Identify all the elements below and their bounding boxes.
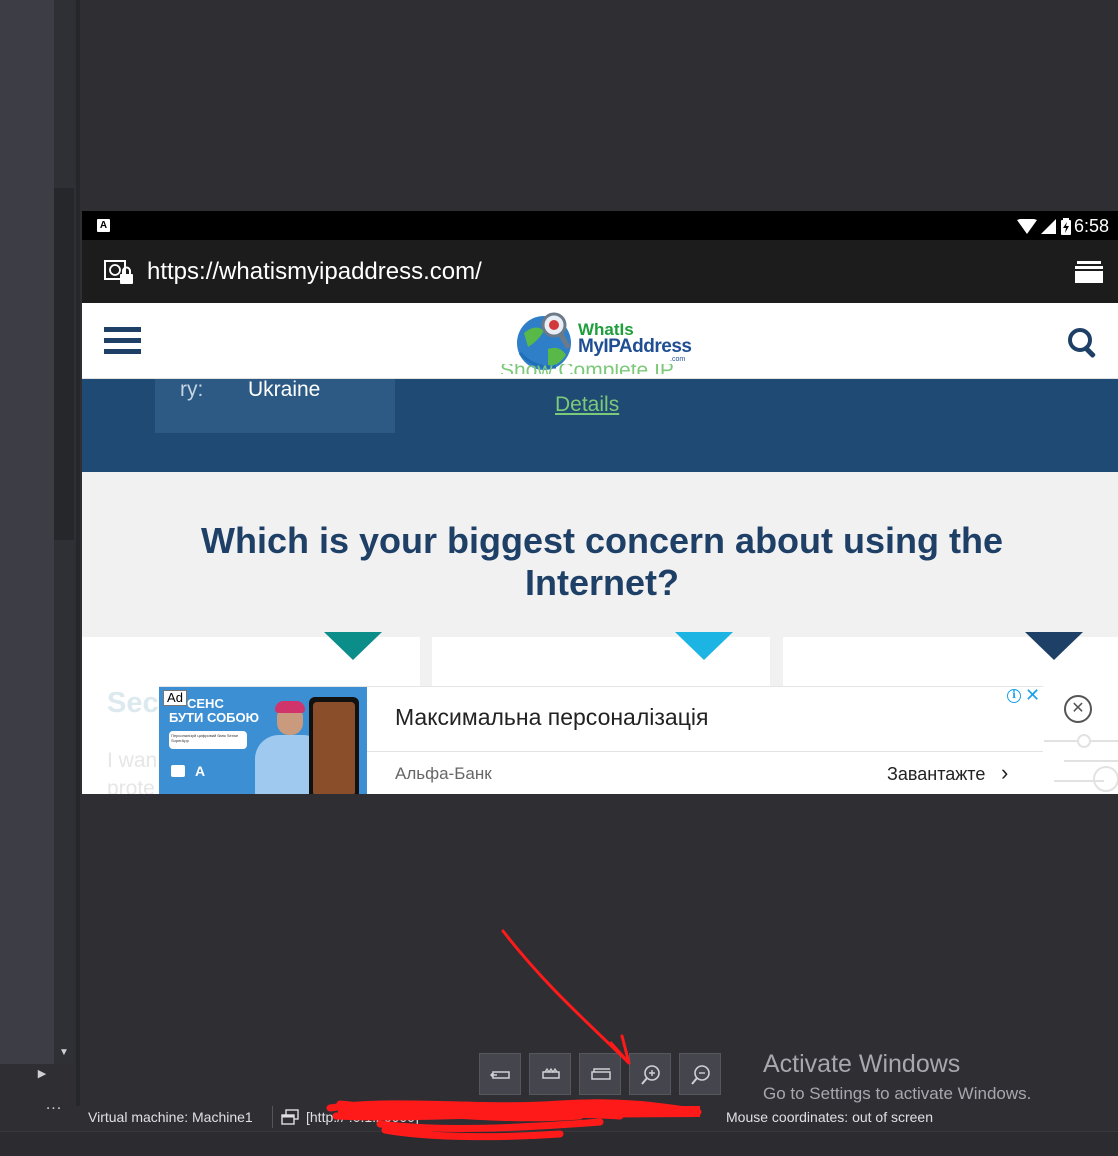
rotate-left-button[interactable]: [479, 1053, 521, 1095]
red-arrow-line: [501, 929, 631, 1065]
panel-divider[interactable]: [76, 0, 80, 1106]
window-icon: [281, 1109, 299, 1125]
virtual-machine-label: Virtual machine: Machine1: [88, 1109, 253, 1125]
ad-phone-screen: [313, 702, 355, 794]
poll-question-heading: Which is your biggest concern about usin…: [200, 520, 1004, 603]
browser-url-bar[interactable]: https://whatismyipaddress.com/: [82, 240, 1118, 303]
ad-person-cap: [275, 701, 305, 713]
ad-image[interactable]: СЕНС БУТИ СОБОЮ Персоналізуй цифровий бан…: [159, 687, 367, 794]
signal-icon: [1041, 218, 1056, 234]
ide-scrollbar-thumb[interactable]: [54, 188, 74, 540]
notification-a-icon: A: [97, 219, 110, 232]
country-info-box: ry: Ukraine: [155, 378, 395, 433]
rotate-right-button[interactable]: [529, 1053, 571, 1095]
decorative-circuit-icon: [1044, 734, 1118, 792]
card-heading-behind-ad: Sec: [107, 687, 159, 719]
android-status-bar: A 6:58: [82, 211, 1118, 240]
zoom-in-icon: [641, 1065, 660, 1085]
zoom-in-button[interactable]: [629, 1053, 671, 1095]
mouse-coordinates: Mouse coordinates: out of screen: [726, 1109, 934, 1125]
ad-divider: [367, 751, 1043, 752]
rotate-left-icon: [490, 1071, 510, 1079]
activate-windows-subtitle: Go to Settings to activate Windows.: [763, 1084, 1032, 1103]
bottom-strip: [0, 1131, 1118, 1156]
ad-title[interactable]: Максимальна персоналізація: [395, 703, 708, 731]
teal-triangle-icon: [324, 632, 382, 660]
zoom-out-icon: [691, 1065, 710, 1085]
card-text-behind-ad-2: prote: [107, 777, 155, 794]
wifi-icon: [1017, 218, 1037, 234]
close-ad-icon[interactable]: ✕: [1064, 695, 1092, 723]
ad-badge: Ad: [163, 690, 187, 706]
battery-charging-icon: [1061, 217, 1071, 235]
tabs-icon[interactable]: [1074, 260, 1104, 284]
ad-phone-illustration: [309, 697, 359, 794]
activate-windows-title: Activate Windows: [763, 1050, 961, 1078]
page-info-icon[interactable]: [104, 260, 136, 286]
emulator-screen[interactable]: A 6:58 https://whatismyipaddress.com/ Wh…: [82, 211, 1118, 794]
show-complete-ip-link-clipped[interactable]: Show Complete IP: [500, 364, 675, 374]
url-text[interactable]: https://whatismyipaddress.com/: [147, 258, 482, 286]
status-bar: Virtual machine: Machine1 [http:// :0.1:…: [82, 1103, 1118, 1131]
show-complete-ip-link-text[interactable]: Show Complete IP: [500, 364, 675, 374]
ad-brand-mark-icon: [171, 765, 185, 777]
clock: 6:58: [1073, 216, 1109, 236]
ad-info-icon[interactable]: i: [1007, 689, 1021, 703]
zoom-out-button[interactable]: [679, 1053, 721, 1095]
country-label: ry:: [180, 378, 204, 401]
more-options-icon[interactable]: ...: [40, 1097, 68, 1118]
card-text-behind-ad: I wan: [107, 749, 158, 772]
show-complete-ip-details-link[interactable]: Details: [555, 392, 619, 418]
screenshot-button[interactable]: [579, 1053, 621, 1095]
country-value: Ukraine: [248, 378, 321, 401]
ad-brand-letter: A: [195, 763, 206, 779]
ad-download-button[interactable]: Завантажте: [887, 763, 985, 785]
logo-text-myipaddress: MyIPAddress: [578, 336, 692, 357]
navy-triangle-icon: [1025, 632, 1083, 660]
ad-choices-close-icon[interactable]: ✕: [1025, 686, 1040, 704]
cyan-triangle-icon: [675, 632, 733, 660]
status-icons: [1017, 217, 1072, 235]
search-icon[interactable]: [1067, 327, 1099, 359]
chevron-right-icon[interactable]: ›: [1001, 761, 1008, 785]
scroll-down-arrow-icon[interactable]: ▼: [57, 1046, 71, 1060]
connection-url-status: [http:// :0.1:20000]: [306, 1109, 419, 1125]
ip-info-section: ry: Ukraine Show Complete IP Details: [82, 364, 1118, 472]
screenshot-icon: [591, 1068, 611, 1080]
ide-side-panel: [0, 0, 54, 1064]
expand-arrow-icon[interactable]: ▶: [34, 1066, 50, 1082]
banner-ad[interactable]: СЕНС БУТИ СОБОЮ Персоналізуй цифровий бан…: [159, 686, 1043, 794]
logo-text-com: .com: [670, 356, 686, 363]
rotate-right-icon: [542, 1067, 560, 1079]
hamburger-menu-icon[interactable]: [104, 327, 141, 355]
ad-image-small-text: Персоналізуй цифровий банк Sense SuperAp…: [169, 731, 247, 749]
status-separator: [272, 1106, 273, 1128]
ad-advertiser[interactable]: Альфа-Банк: [395, 764, 492, 784]
poll-section: Which is your biggest concern about usin…: [82, 472, 1118, 637]
